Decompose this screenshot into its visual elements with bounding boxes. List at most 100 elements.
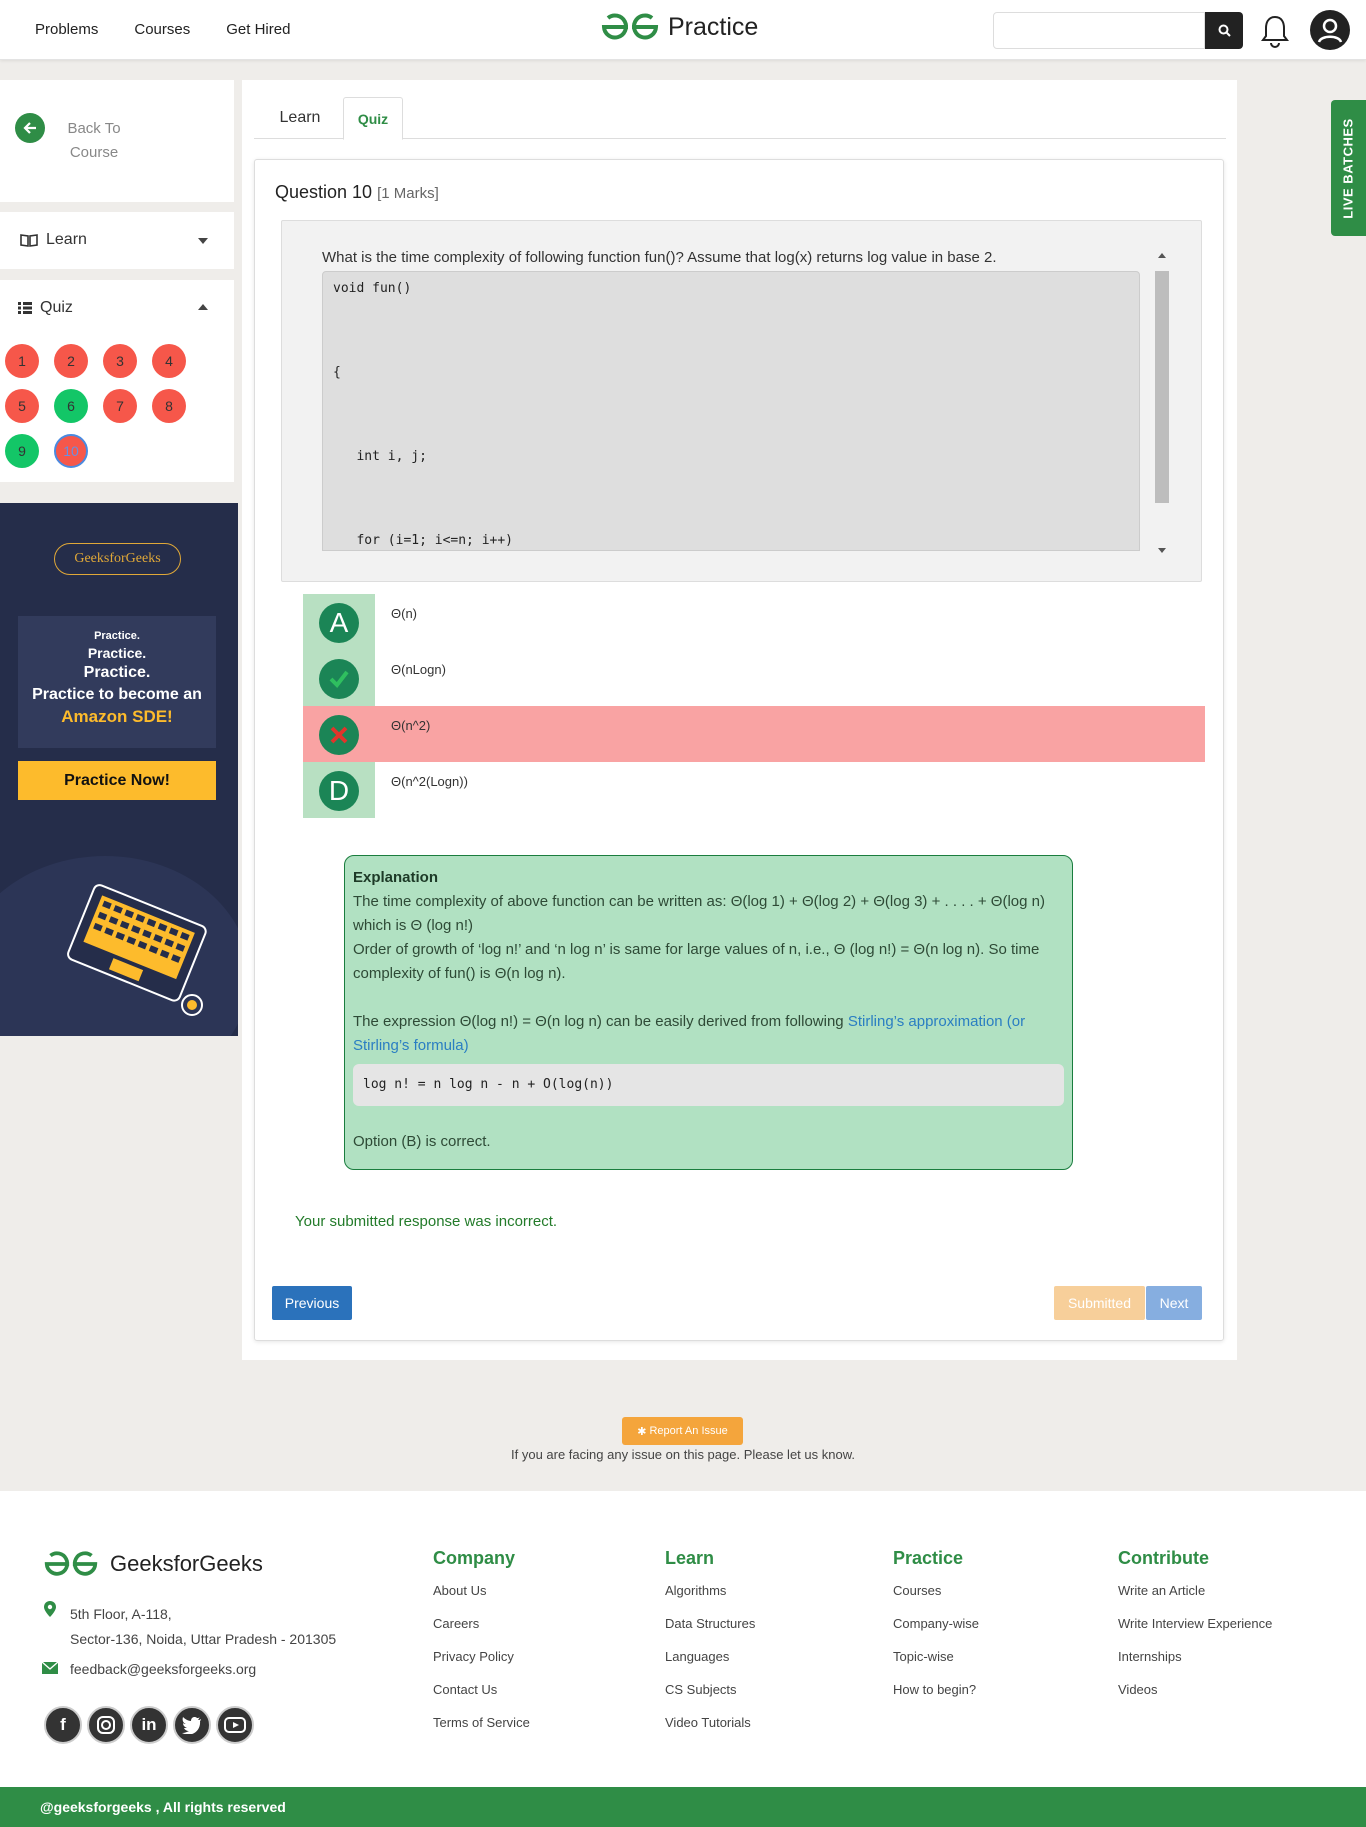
search-button[interactable] — [1205, 12, 1243, 49]
top-navbar: Problems Courses Get Hired Practice — [0, 0, 1366, 60]
question-nav-8[interactable]: 8 — [152, 389, 186, 423]
footer-link[interactable]: Courses — [893, 1583, 979, 1616]
tab-quiz[interactable]: Quiz — [343, 97, 403, 140]
live-batches-tab[interactable]: LIVE BATCHES — [1331, 100, 1366, 236]
sidebar-quiz-section: Quiz 1 2 3 4 5 6 7 8 9 10 — [0, 280, 234, 482]
practice-logo[interactable]: Practice — [600, 12, 758, 42]
address-line-2: Sector-136, Noida, Uttar Pradesh - 20130… — [70, 1631, 337, 1647]
social-links: f in — [44, 1706, 254, 1744]
quiz-section-label: Quiz — [40, 299, 73, 316]
footer-link[interactable]: Careers — [433, 1616, 530, 1649]
ad-line-3: Practice. — [83, 664, 151, 681]
caret-down-icon[interactable] — [198, 238, 208, 244]
submitted-button[interactable]: Submitted — [1054, 1286, 1145, 1320]
footer-link[interactable]: Algorithms — [665, 1583, 755, 1616]
nav-courses[interactable]: Courses — [134, 21, 190, 38]
question-body: What is the time complexity of following… — [281, 220, 1202, 582]
footer-brand[interactable]: GeeksforGeeks — [42, 1550, 263, 1578]
footer-email[interactable]: feedback@geeksforgeeks.org — [70, 1661, 256, 1677]
next-button[interactable]: Next — [1146, 1286, 1202, 1320]
check-icon — [319, 659, 359, 699]
copyright-bar: @geeksforgeeks , All rights reserved — [0, 1787, 1366, 1827]
ad-logo: GeeksforGeeks — [54, 543, 181, 575]
cross-icon — [319, 715, 359, 755]
question-nav-9[interactable]: 9 — [5, 434, 39, 468]
previous-button[interactable]: Previous — [272, 1286, 352, 1320]
content-tabs: Learn Quiz — [254, 97, 1226, 140]
linkedin-icon[interactable]: in — [130, 1706, 168, 1744]
footer-col-company: Company About Us Careers Privacy Policy … — [433, 1548, 530, 1748]
option-d-text: Θ(n^2(Logn)) — [391, 774, 468, 789]
option-b[interactable]: Θ(nLogn) — [303, 650, 1205, 706]
explanation-p3: The expression Θ(log n!) = Θ(n log n) ca… — [353, 1010, 1064, 1058]
question-nav-5[interactable]: 5 — [5, 389, 39, 423]
question-nav-10[interactable]: 10 — [54, 434, 88, 468]
tab-learn[interactable]: Learn — [264, 97, 336, 139]
question-nav-7[interactable]: 7 — [103, 389, 137, 423]
option-a[interactable]: A Θ(n) — [303, 594, 1205, 650]
youtube-icon[interactable] — [216, 1706, 254, 1744]
report-issue-button[interactable]: ✱ Report An Issue — [622, 1417, 743, 1445]
question-marks: [1 Marks] — [377, 185, 439, 202]
question-nav-4[interactable]: 4 — [152, 344, 186, 378]
explanation-spacer-2 — [353, 1106, 1064, 1130]
quiz-section-header[interactable]: Quiz — [18, 299, 73, 317]
question-card: Question 10 [1 Marks] What is the time c… — [254, 159, 1224, 1341]
mail-icon — [42, 1662, 58, 1674]
nav-problems[interactable]: Problems — [35, 21, 98, 38]
footer-col-title: Learn — [665, 1548, 715, 1568]
caret-up-icon[interactable] — [198, 304, 208, 310]
twitter-icon[interactable] — [173, 1706, 211, 1744]
footer-link[interactable]: Company-wise — [893, 1616, 979, 1649]
footer-col-contribute: Contribute Write an Article Write Interv… — [1118, 1548, 1272, 1715]
option-d-marker: D — [319, 771, 359, 811]
footer-col-learn: Learn Algorithms Data Structures Languag… — [665, 1548, 755, 1748]
footer-link[interactable]: Data Structures — [665, 1616, 755, 1649]
footer-link[interactable]: How to begin? — [893, 1682, 979, 1715]
arrow-left-icon — [15, 113, 45, 143]
address-line-1: 5th Floor, A-118, — [70, 1606, 172, 1622]
footer-link[interactable]: Contact Us — [433, 1682, 530, 1715]
gfg-logo-icon — [44, 1551, 98, 1576]
practice-now-button[interactable]: Practice Now! — [18, 761, 216, 800]
footer-link[interactable]: CS Subjects — [665, 1682, 755, 1715]
footer-link[interactable]: Write an Article — [1118, 1583, 1272, 1616]
search-input[interactable] — [993, 12, 1205, 49]
option-c[interactable]: Θ(n^2) — [303, 706, 1205, 762]
footer-link[interactable]: Terms of Service — [433, 1715, 530, 1748]
ad-line-2: Practice. — [87, 645, 147, 661]
footer-link[interactable]: Privacy Policy — [433, 1649, 530, 1682]
question-nav-2[interactable]: 2 — [54, 344, 88, 378]
explanation-title: Explanation — [353, 869, 439, 886]
scroll-down-icon[interactable] — [1158, 548, 1166, 553]
instagram-icon[interactable] — [87, 1706, 125, 1744]
question-nav-6[interactable]: 6 — [54, 389, 88, 423]
learn-section-header: Learn — [20, 231, 87, 249]
option-b-text: Θ(nLogn) — [391, 662, 446, 677]
facebook-icon[interactable]: f — [44, 1706, 82, 1744]
nav-get-hired[interactable]: Get Hired — [226, 21, 290, 38]
book-icon — [20, 234, 38, 247]
footer-link[interactable]: About Us — [433, 1583, 530, 1616]
result-message: Your submitted response was incorrect. — [295, 1213, 558, 1230]
option-d[interactable]: D Θ(n^2(Logn)) — [303, 762, 1205, 818]
explanation-p2: Order of growth of ‘log n!’ and ‘n log n… — [353, 941, 1040, 982]
footer-link[interactable]: Languages — [665, 1649, 755, 1682]
footer-link[interactable]: Topic-wise — [893, 1649, 979, 1682]
footer-link[interactable]: Videos — [1118, 1682, 1272, 1715]
sidebar-learn-section[interactable]: Learn — [0, 212, 234, 269]
user-avatar-icon[interactable] — [1310, 10, 1350, 50]
footer-col-practice: Practice Courses Company-wise Topic-wise… — [893, 1548, 979, 1715]
question-nav-1[interactable]: 1 — [5, 344, 39, 378]
report-note: If you are facing any issue on this page… — [511, 1447, 855, 1462]
question-nav-3[interactable]: 3 — [103, 344, 137, 378]
back-to-course[interactable]: Back To Course — [0, 80, 234, 202]
notification-bell-icon[interactable] — [1260, 14, 1290, 52]
footer-link[interactable]: Write Interview Experience — [1118, 1616, 1272, 1649]
scroll-up-icon[interactable] — [1158, 253, 1166, 258]
scroll-thumb[interactable] — [1155, 271, 1169, 503]
footer-link[interactable]: Internships — [1118, 1649, 1272, 1682]
footer-link[interactable]: Video Tutorials — [665, 1715, 755, 1748]
question-scrollbar[interactable] — [1155, 253, 1169, 553]
sidebar-ad-banner[interactable]: GeeksforGeeks Practice. Practice. Practi… — [0, 503, 238, 1036]
